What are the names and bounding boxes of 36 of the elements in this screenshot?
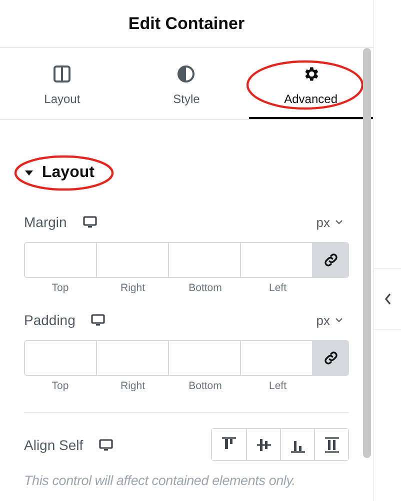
input-field[interactable] [25,243,97,277]
help-text: This control will affect contained elements only. [24,473,296,488]
tab[interactable]: Style [124,48,249,119]
caret-down-icon [335,317,343,323]
scrollbar[interactable] [363,48,371,458]
link-button[interactable] [313,341,348,375]
link-button[interactable] [313,243,348,277]
panel-title: Edit Container [128,14,245,34]
field-caption: Right [119,380,146,392]
control-label: Padding [24,312,76,328]
align-stretch-icon [322,436,340,454]
input-field[interactable] [25,341,97,375]
chevron-left-icon [384,293,392,305]
align-option[interactable] [314,429,348,460]
field-caption: Bottom [188,282,223,294]
contrast-icon [177,65,196,83]
tab[interactable]: Layout [0,48,124,119]
caret-down-icon [335,219,343,225]
desktop-icon [91,314,106,326]
field-caption: Top [50,380,70,392]
unit-dropdown[interactable]: px [316,312,349,328]
unit-dropdown[interactable]: px [316,214,349,230]
field-caption: Left [268,380,288,392]
field-caption: Top [50,282,70,294]
desktop-icon [99,438,114,450]
control-label: Align Self [24,436,84,452]
link-icon [322,252,338,268]
field-caption: Bottom [188,380,223,392]
link-icon [322,350,338,366]
field-caption: Right [119,282,146,294]
collapse-button[interactable] [373,268,401,330]
columns-icon [53,65,72,83]
desktop-icon [82,216,97,228]
control-label: Margin [24,214,67,230]
caret-down-icon [24,169,34,177]
field-caption: Left [268,282,288,294]
